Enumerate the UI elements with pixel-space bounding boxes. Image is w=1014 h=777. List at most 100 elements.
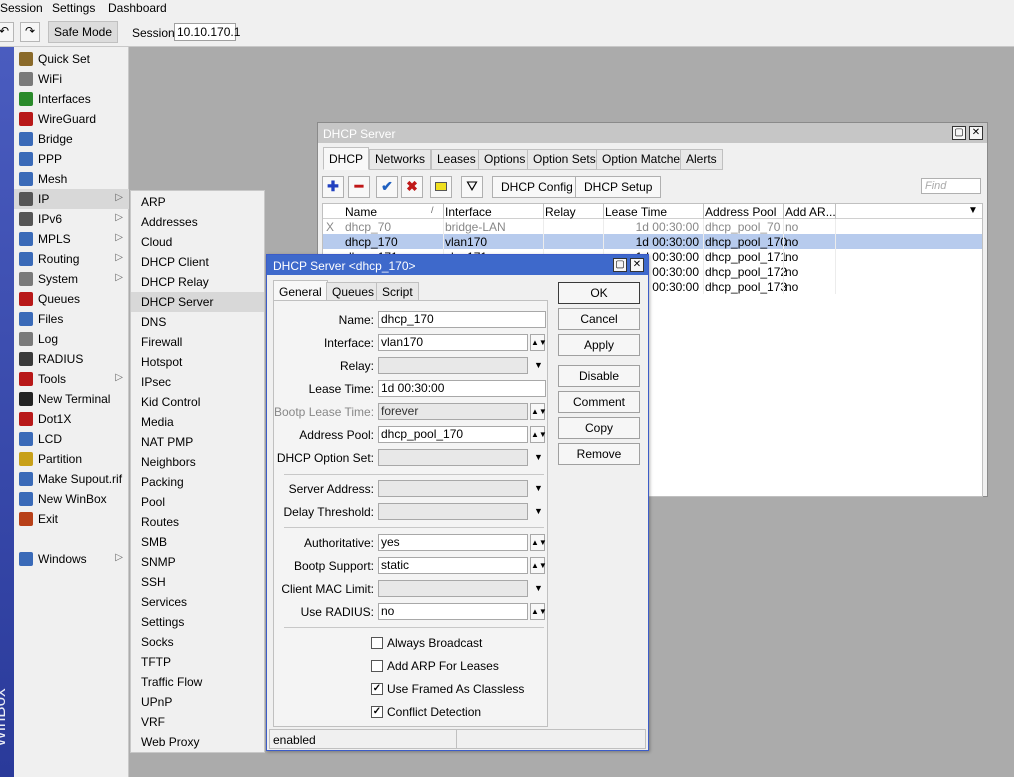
menu-item-mesh[interactable]: Mesh bbox=[14, 169, 129, 189]
submenu-item-socks[interactable]: Socks bbox=[131, 632, 264, 652]
apply-button[interactable]: Apply bbox=[558, 334, 640, 356]
comment-icon[interactable] bbox=[430, 176, 452, 198]
menu-item-ipv6[interactable]: IPv6 ▷ bbox=[14, 209, 129, 229]
use-radius-dropdown-icon[interactable]: ▲▼ bbox=[530, 603, 547, 620]
dhcp-config-button[interactable]: DHCP Config bbox=[492, 176, 582, 198]
submenu-item-dhcp-client[interactable]: DHCP Client bbox=[131, 252, 264, 272]
submenu-item-services[interactable]: Services bbox=[131, 592, 264, 612]
always-broadcast-checkbox[interactable] bbox=[371, 637, 383, 649]
menu-item-wifi[interactable]: WiFi bbox=[14, 69, 129, 89]
submenu-item-snmp[interactable]: SNMP bbox=[131, 552, 264, 572]
submenu-item-dns[interactable]: DNS bbox=[131, 312, 264, 332]
server-address-input[interactable] bbox=[378, 480, 528, 497]
client-mac-limit-input[interactable] bbox=[378, 580, 528, 597]
submenu-item-dhcp-server[interactable]: DHCP Server bbox=[131, 292, 264, 312]
dialog-maximize-icon[interactable]: ▢ bbox=[613, 258, 627, 272]
tab-option-matcher[interactable]: Option Matcher bbox=[596, 149, 691, 170]
col-name[interactable]: Name bbox=[345, 205, 377, 219]
submenu-item-ipsec[interactable]: IPsec bbox=[131, 372, 264, 392]
submenu-item-smb[interactable]: SMB bbox=[131, 532, 264, 552]
column-menu-icon[interactable]: ▼ bbox=[968, 205, 978, 216]
submenu-item-pool[interactable]: Pool bbox=[131, 492, 264, 512]
interface-select[interactable]: vlan170 bbox=[378, 334, 528, 351]
submenu-item-tftp[interactable]: TFTP bbox=[131, 652, 264, 672]
menu-item-exit[interactable]: Exit bbox=[14, 509, 129, 529]
menu-settings[interactable]: Settings bbox=[52, 1, 95, 15]
bootp-support-dropdown-icon[interactable]: ▲▼ bbox=[530, 557, 547, 574]
menu-item-quick-set[interactable]: Quick Set bbox=[14, 49, 129, 69]
interface-dropdown-icon[interactable]: ▲▼ bbox=[530, 334, 547, 351]
ok-button[interactable]: OK bbox=[558, 282, 640, 304]
maximize-icon[interactable]: ▢ bbox=[952, 126, 966, 140]
menu-item-interfaces[interactable]: Interfaces bbox=[14, 89, 129, 109]
bootp-lease-time-select[interactable]: forever bbox=[378, 403, 528, 420]
server-address-dropdown-icon[interactable]: ▼ bbox=[534, 483, 543, 493]
dialog-title-bar[interactable]: DHCP Server <dhcp_170> ▢ ✕ bbox=[267, 255, 648, 275]
col-relay[interactable]: Relay bbox=[545, 205, 576, 219]
menu-item-ppp[interactable]: PPP bbox=[14, 149, 129, 169]
authoritative-select[interactable]: yes bbox=[378, 534, 528, 551]
name-input[interactable]: dhcp_170 bbox=[378, 311, 546, 328]
client-mac-limit-dropdown-icon[interactable]: ▼ bbox=[534, 583, 543, 593]
menu-item-make-supout-rif[interactable]: Make Supout.rif bbox=[14, 469, 129, 489]
tab-dhcp[interactable]: DHCP bbox=[323, 147, 370, 170]
conflict-detection-checkbox[interactable]: ✓ bbox=[371, 706, 383, 718]
find-input[interactable]: Find bbox=[921, 178, 981, 194]
menu-item-windows[interactable]: Windows ▷ bbox=[14, 549, 129, 569]
menu-item-wireguard[interactable]: WireGuard bbox=[14, 109, 129, 129]
menu-item-partition[interactable]: Partition bbox=[14, 449, 129, 469]
submenu-item-settings[interactable]: Settings bbox=[131, 612, 264, 632]
tab-alerts[interactable]: Alerts bbox=[680, 149, 723, 170]
submenu-item-upnp[interactable]: UPnP bbox=[131, 692, 264, 712]
comment-button[interactable]: Comment bbox=[558, 391, 640, 413]
submenu-item-nat-pmp[interactable]: NAT PMP bbox=[131, 432, 264, 452]
use-framed-checkbox[interactable]: ✓ bbox=[371, 683, 383, 695]
tab-option-sets[interactable]: Option Sets bbox=[527, 149, 602, 170]
submenu-item-cloud[interactable]: Cloud bbox=[131, 232, 264, 252]
menu-item-log[interactable]: Log bbox=[14, 329, 129, 349]
submenu-item-dhcp-relay[interactable]: DHCP Relay bbox=[131, 272, 264, 292]
menu-item-radius[interactable]: RADIUS bbox=[14, 349, 129, 369]
col-lease-time[interactable]: Lease Time bbox=[605, 205, 667, 219]
enable-icon[interactable]: ✔ bbox=[376, 176, 398, 198]
dhcp-option-set-input[interactable] bbox=[378, 449, 528, 466]
remove-icon[interactable]: ━ bbox=[348, 176, 370, 198]
filter-icon[interactable]: ⛛ bbox=[461, 176, 483, 198]
submenu-item-ssh[interactable]: SSH bbox=[131, 572, 264, 592]
submenu-item-addresses[interactable]: Addresses bbox=[131, 212, 264, 232]
disable-button[interactable]: Disable bbox=[558, 365, 640, 387]
tab-options[interactable]: Options bbox=[478, 149, 532, 170]
submenu-item-vrf[interactable]: VRF bbox=[131, 712, 264, 732]
delay-threshold-input[interactable] bbox=[378, 503, 528, 520]
authoritative-dropdown-icon[interactable]: ▲▼ bbox=[530, 534, 547, 551]
submenu-item-firewall[interactable]: Firewall bbox=[131, 332, 264, 352]
col-address-pool[interactable]: Address Pool bbox=[705, 205, 776, 219]
table-row[interactable]: Xdhcp_70 bridge-LAN 1d 00:30:00 dhcp_pool_7… bbox=[323, 219, 982, 234]
menu-item-system[interactable]: System ▷ bbox=[14, 269, 129, 289]
session-input[interactable]: 10.10.170.1 bbox=[174, 23, 240, 41]
close-icon[interactable]: ✕ bbox=[969, 126, 983, 140]
menu-item-queues[interactable]: Queues bbox=[14, 289, 129, 309]
table-row[interactable]: dhcp_170 vlan170 1d 00:30:00 dhcp_pool_170 n… bbox=[323, 234, 982, 249]
col-interface[interactable]: Interface bbox=[445, 205, 492, 219]
submenu-item-arp[interactable]: ARP bbox=[131, 192, 264, 212]
undo-icon[interactable]: ↶ bbox=[0, 22, 14, 42]
bootp-support-select[interactable]: static bbox=[378, 557, 528, 574]
tab-networks[interactable]: Networks bbox=[369, 149, 432, 170]
submenu-item-web-proxy[interactable]: Web Proxy bbox=[131, 732, 264, 752]
menu-item-new-terminal[interactable]: New Terminal bbox=[14, 389, 129, 409]
menu-item-tools[interactable]: Tools ▷ bbox=[14, 369, 129, 389]
lease-time-input[interactable]: 1d 00:30:00 bbox=[378, 380, 546, 397]
copy-button[interactable]: Copy bbox=[558, 417, 640, 439]
window-title-bar[interactable]: DHCP Server ▢ ✕ bbox=[318, 123, 987, 143]
menu-item-ip[interactable]: IP ▷ bbox=[14, 189, 129, 209]
menu-session[interactable]: Session bbox=[0, 1, 43, 15]
col-add-arp[interactable]: Add AR... bbox=[785, 205, 836, 219]
menu-item-dot1x[interactable]: Dot1X bbox=[14, 409, 129, 429]
submenu-item-routes[interactable]: Routes bbox=[131, 512, 264, 532]
submenu-item-hotspot[interactable]: Hotspot bbox=[131, 352, 264, 372]
option-set-dropdown-icon[interactable]: ▼ bbox=[534, 452, 543, 462]
submenu-item-neighbors[interactable]: Neighbors bbox=[131, 452, 264, 472]
delay-threshold-dropdown-icon[interactable]: ▼ bbox=[534, 506, 543, 516]
dialog-close-icon[interactable]: ✕ bbox=[630, 258, 644, 272]
